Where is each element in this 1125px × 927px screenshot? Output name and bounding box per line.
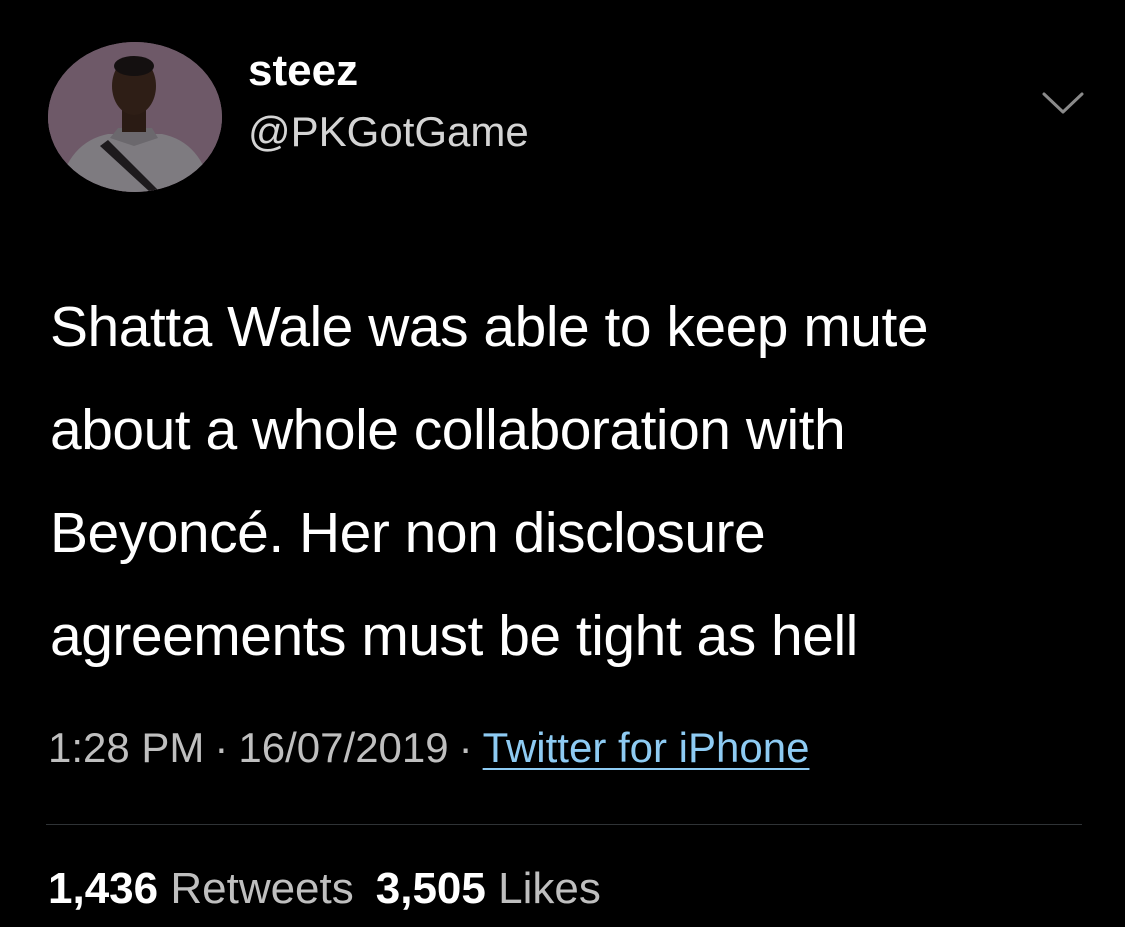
author-display-name[interactable]: steez <box>248 46 358 96</box>
likes-label: Likes <box>498 864 601 913</box>
retweets-count: 1,436 <box>48 864 159 913</box>
profile-photo <box>48 42 222 192</box>
likes-count: 3,505 <box>375 864 486 913</box>
likes-stat[interactable]: 3,505 Likes <box>376 864 601 913</box>
retweets-stat[interactable]: 1,436 Retweets <box>48 864 354 913</box>
avatar[interactable] <box>48 42 222 192</box>
tweet-time: 1:28 PM <box>48 724 205 771</box>
divider <box>46 824 1082 825</box>
author-handle[interactable]: @PKGotGame <box>248 108 529 156</box>
retweets-label: Retweets <box>170 864 354 913</box>
tweet-date: 16/07/2019 <box>238 724 449 771</box>
tweet-text: Shatta Wale was able to keep mute about … <box>50 295 929 668</box>
meta-separator: · <box>458 724 473 771</box>
engagement-stats: 1,436 Retweets 3,505 Likes <box>48 864 601 914</box>
chevron-down-icon[interactable] <box>1040 88 1086 118</box>
meta-separator: · <box>214 724 229 771</box>
tweet-source-link[interactable]: Twitter for iPhone <box>483 724 810 771</box>
tweet-metadata: 1:28 PM · 16/07/2019 · Twitter for iPhone <box>48 724 809 772</box>
